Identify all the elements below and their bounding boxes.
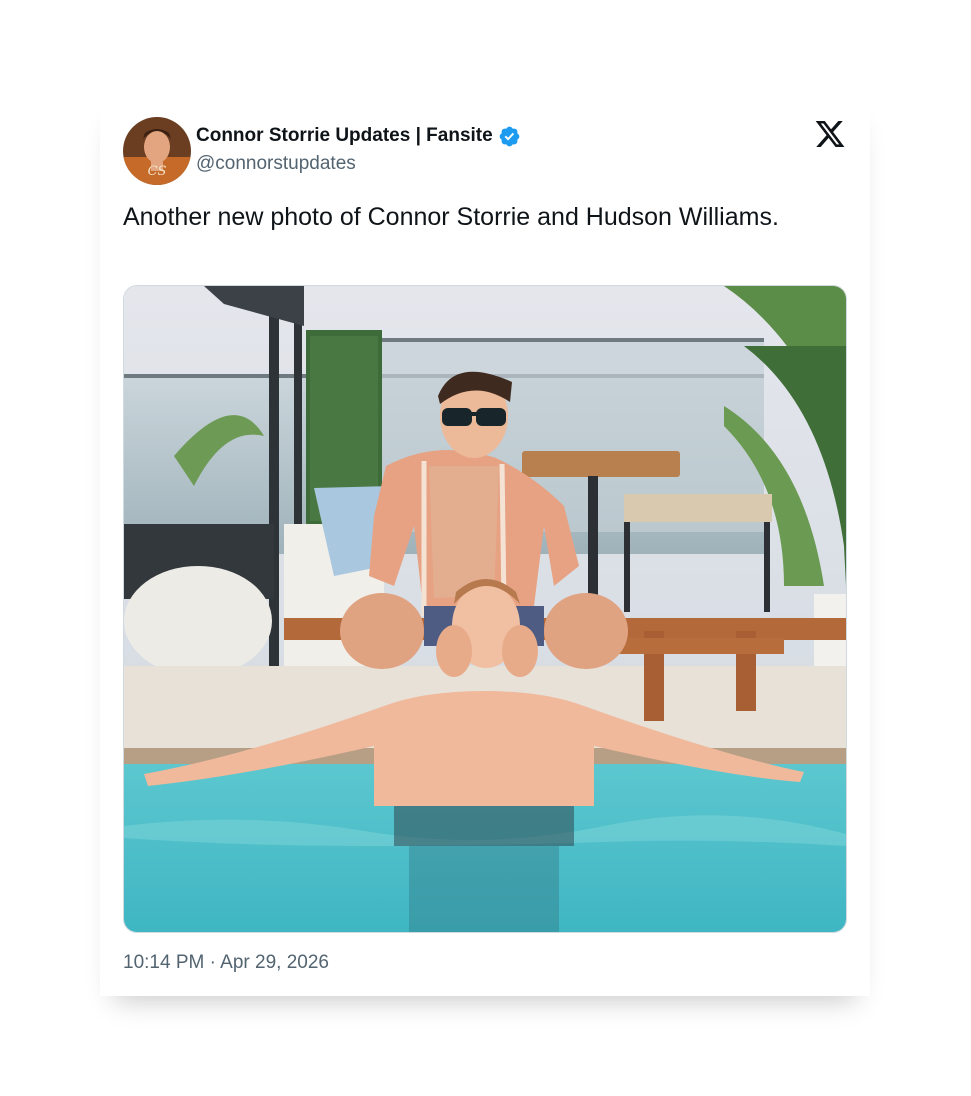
tweet-timestamp[interactable]: 10:14 PM · Apr 29, 2026 bbox=[123, 952, 329, 974]
author-name-row: Connor Storrie Updates | Fansite bbox=[196, 123, 521, 149]
pool-photo-illustration bbox=[124, 286, 846, 932]
avatar-image: CS bbox=[123, 117, 191, 185]
timestamp-separator: · bbox=[209, 952, 216, 973]
author-handle[interactable]: @connorstupdates bbox=[196, 153, 356, 175]
author-display-name[interactable]: Connor Storrie Updates | Fansite bbox=[196, 125, 493, 147]
verified-badge-icon bbox=[499, 126, 520, 146]
tweet-text: Another new photo of Connor Storrie and … bbox=[123, 203, 779, 231]
x-logo-icon[interactable] bbox=[814, 118, 846, 150]
profile-avatar[interactable]: CS bbox=[123, 117, 191, 185]
avatar-monogram: CS bbox=[148, 164, 167, 179]
tweet-time: 10:14 PM bbox=[123, 952, 205, 973]
tweet-card[interactable]: CS Connor Storrie Updates | Fansite @con… bbox=[100, 96, 870, 996]
tweet-date: Apr 29, 2026 bbox=[220, 952, 329, 973]
tweet-photo[interactable] bbox=[123, 285, 847, 933]
